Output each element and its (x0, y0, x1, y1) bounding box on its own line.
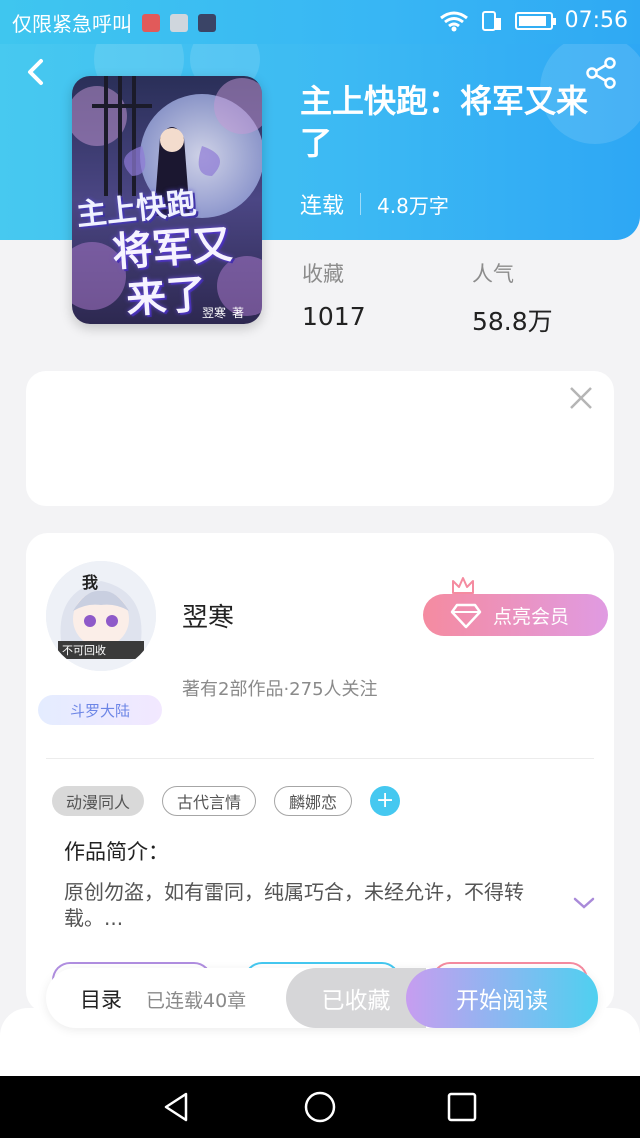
cover-author: 翌寒著 (202, 304, 244, 321)
add-tag-button[interactable]: + (370, 786, 401, 816)
close-icon[interactable] (568, 385, 594, 411)
nav-recents-icon[interactable] (445, 1090, 479, 1124)
fan-badge: 斗罗大陆 (38, 695, 162, 725)
app-notification-icon (198, 13, 216, 32)
book-cover[interactable]: 主上快跑 将军又 来了 翌寒著 (72, 76, 262, 324)
popularity-value: 58.8万 (472, 307, 553, 336)
chapter-count[interactable]: 已连载40章 (146, 986, 246, 1013)
word-count: 4.8万字 (377, 193, 449, 218)
toc-button[interactable]: 目录 (80, 984, 122, 1014)
popularity-stat: 人气 58.8万 (472, 258, 553, 338)
avatar-text-top: 我 (82, 573, 99, 592)
author-card: 我 不可回收 斗罗大陆 翌寒 著有2部作品·275人关注 点亮会员 动漫同人 古… (26, 533, 614, 1013)
author-name[interactable]: 翌寒 (182, 597, 234, 634)
popularity-label: 人气 (472, 262, 514, 286)
avatar[interactable]: 我 不可回收 (46, 561, 156, 671)
crown-icon (452, 577, 474, 594)
battery-fill (518, 15, 546, 26)
diamond-icon (450, 603, 482, 629)
tag-item[interactable]: 动漫同人 (52, 786, 145, 816)
carrier-text: 仅限紧急呼叫 (12, 12, 132, 36)
favorited-button[interactable]: 已收藏 (286, 968, 426, 1028)
meta-divider (360, 193, 362, 215)
favorites-stat: 收藏 1017 (302, 258, 366, 331)
intro-label: 作品简介： (64, 840, 169, 864)
intro-text: 原创勿盗，如有雷同，纯属巧合，未经允许，不得转载。... (64, 880, 524, 930)
wifi-icon (439, 11, 468, 31)
book-title: 主上快跑：将军又来了 (300, 82, 589, 162)
serial-status: 连载 (300, 194, 345, 219)
favorites-label: 收藏 (302, 262, 344, 286)
hms-notification-icon (142, 13, 160, 32)
tag-item[interactable]: 古代言情 (162, 786, 257, 816)
sim-icon (481, 10, 501, 31)
cover-author-name: 翌寒 (202, 306, 227, 320)
book-meta: 连载 4.8万字 (300, 188, 449, 220)
divider (46, 758, 594, 759)
start-reading-button[interactable]: 开始阅读 (406, 968, 598, 1028)
chevron-down-icon[interactable] (572, 895, 596, 911)
cover-title-line3: 来了 (124, 271, 208, 323)
status-left: 仅限紧急呼叫 (12, 8, 216, 37)
nav-back-icon[interactable] (160, 1090, 194, 1124)
author-stats: 著有2部作品·275人关注 (182, 679, 378, 700)
tag-list: 动漫同人 古代言情 麟娜恋 + (52, 786, 401, 816)
cover-author-suffix: 著 (232, 306, 245, 320)
back-button[interactable] (20, 56, 52, 88)
system-nav-bar (0, 1076, 640, 1138)
avatar-text-bottom: 不可回收 (62, 644, 106, 657)
battery-icon (514, 11, 556, 30)
ad-card[interactable] (26, 371, 614, 506)
favorites-value: 1017 (302, 302, 366, 331)
action-bar: 目录 已连载40章 已收藏 开始阅读 (46, 968, 598, 1028)
clock: 07:56 (564, 8, 628, 33)
status-right: 07:56 (439, 8, 628, 33)
nav-home-icon[interactable] (303, 1090, 337, 1124)
tag-item[interactable]: 麟娜恋 (274, 786, 353, 816)
gallery-notification-icon (170, 13, 188, 32)
status-bar: 仅限紧急呼叫 07:56 (0, 0, 640, 44)
